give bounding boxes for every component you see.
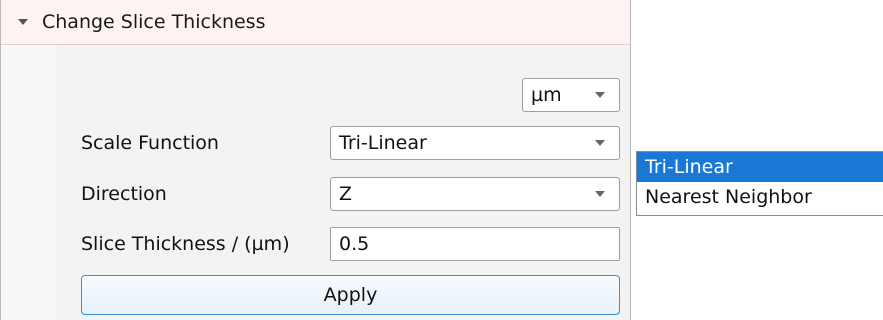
section-title: Change Slice Thickness (42, 11, 266, 33)
chevron-down-icon (595, 191, 605, 197)
scale-function-label: Scale Function (81, 132, 219, 154)
dropdown-option-tri-linear[interactable]: Tri-Linear (637, 152, 883, 182)
chevron-down-icon (595, 92, 605, 98)
unit-combo-value: µm (531, 84, 562, 106)
dropdown-option-nearest-neighbor[interactable]: Nearest Neighbor (637, 182, 883, 212)
direction-value: Z (339, 183, 353, 205)
collapse-arrow-icon[interactable] (18, 19, 28, 25)
scale-function-value: Tri-Linear (339, 132, 427, 154)
direction-label: Direction (81, 183, 167, 205)
settings-panel: Change Slice Thickness µm Scale Function… (0, 0, 631, 320)
body-margin (1, 45, 58, 320)
apply-button[interactable]: Apply (81, 275, 620, 315)
scale-function-combo[interactable]: Tri-Linear (330, 126, 620, 160)
slice-thickness-input[interactable] (330, 227, 620, 261)
slice-thickness-label: Slice Thickness / (µm) (81, 233, 290, 255)
chevron-down-icon (595, 140, 605, 146)
unit-combo[interactable]: µm (522, 78, 620, 112)
section-header[interactable]: Change Slice Thickness (1, 0, 630, 45)
scale-function-dropdown-list: Tri-Linear Nearest Neighbor (636, 151, 883, 216)
direction-combo[interactable]: Z (330, 177, 620, 211)
